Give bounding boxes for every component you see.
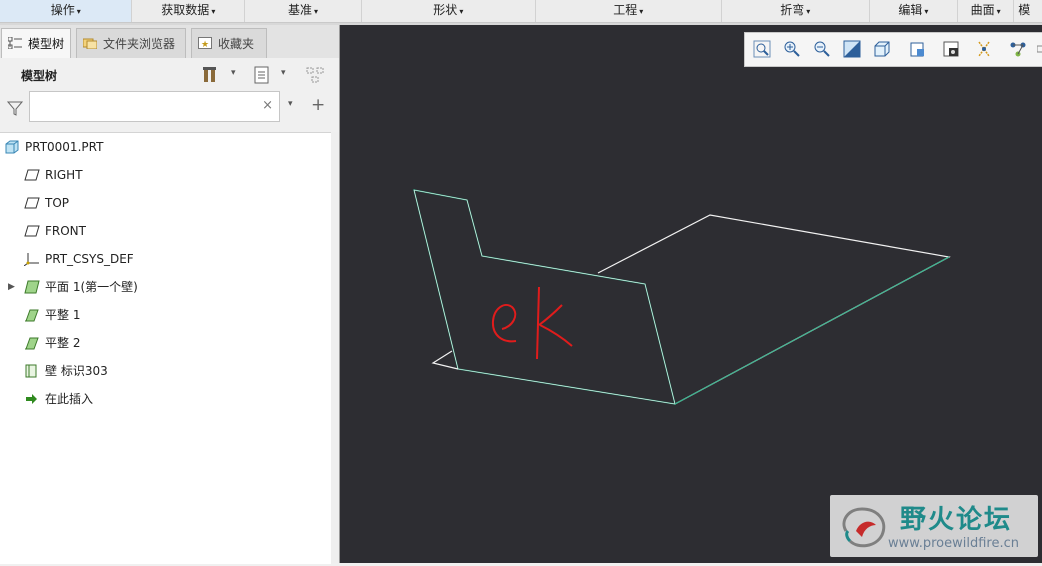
planar-wall-icon [24,280,40,294]
chevron-down-icon[interactable]: ▾ [281,68,286,88]
ribbon-tab-label: 工程 [613,3,638,17]
tree-item-label: 在此插入 [45,392,94,406]
chevron-down-icon[interactable]: ▾ [288,99,293,119]
tree-item-label: TOP [45,196,70,210]
refit-icon[interactable] [753,40,771,58]
flat-wall-icon [25,309,39,322]
filter-icon[interactable] [6,98,24,118]
forum-watermark: 野火论坛 www.proewildfire.cn [830,495,1038,557]
flat-wall-icon [25,337,39,350]
ribbon-tab-bend[interactable]: 折弯 ▾ [722,0,870,22]
tab-label: 文件夹浏览器 [103,37,176,51]
ribbon-tab-label: 折弯 [780,3,805,17]
zoom-in-icon[interactable] [783,40,801,58]
repaint-icon[interactable] [843,40,861,58]
ribbon-tab-surfaces[interactable]: 曲面 ▾ [958,0,1015,22]
ribbon-tab-datum[interactable]: 基准 ▾ [245,0,362,22]
tree-item-label: 平整 1 [45,308,81,322]
tree-item-label: 平面 1(第一个壁) [45,280,138,294]
ribbon-tab-shapes[interactable]: 形状 ▾ [362,0,536,22]
navigator-panel: 模型树 文件夹浏览器 ★ 收藏夹 模型树 ▾ ▾ × ▾ + PRT0001.P… [0,25,340,564]
ribbon-tab-label: 编辑 [898,3,923,17]
wall-icon [25,364,37,378]
navigator-tabs: 模型树 文件夹浏览器 ★ 收藏夹 [0,25,339,58]
display-style-icon[interactable] [873,40,891,58]
graphics-viewport[interactable] [340,25,1042,563]
favorites-icon: ★ [198,37,212,49]
model-tree: PRT0001.PRT RIGHT TOP FRONT PRT_CSYS_DEF… [0,132,331,564]
tab-label: 模型树 [28,37,65,51]
folder-browser-icon [83,38,97,49]
clear-search-icon[interactable]: × [262,98,273,113]
ribbon-tab-model[interactable]: 模 [1014,0,1042,22]
chevron-down-icon: ▾ [76,7,81,16]
datum-plane-icon [24,169,40,181]
tab-model-tree[interactable]: 模型树 [1,28,71,58]
model-edge-bend [674,256,950,405]
tree-item-label: 平整 2 [45,336,81,350]
ribbon-tab-engineering[interactable]: 工程 ▾ [536,0,722,22]
model-edge-back [597,214,951,405]
watermark-title: 野火论坛 [900,505,1013,535]
ribbon-tab-operations[interactable]: 操作 ▾ [0,0,133,22]
datum-plane-icon [24,225,40,237]
annotation-display-icon[interactable] [1009,40,1027,58]
model-edge-highlight [413,189,676,405]
tree-item-label: 壁 标识303 [45,364,108,378]
insert-here-arrow-icon [26,394,37,404]
panel-title: 模型树 [21,69,58,83]
datum-plane-icon [24,197,40,209]
more-icon[interactable] [1037,40,1042,58]
settings-list-icon[interactable] [252,65,272,85]
tree-item-label: PRT_CSYS_DEF [45,252,134,266]
tab-label: 收藏夹 [218,37,255,51]
ribbon-tab-get-data[interactable]: 获取数据 ▾ [132,0,246,22]
saved-orientations-icon[interactable] [908,40,926,58]
chevron-down-icon: ▾ [996,7,1001,16]
tree-scrollbar[interactable] [331,132,339,563]
tree-search-input[interactable]: × [29,91,280,122]
model-tree-icon [8,37,22,49]
ribbon-tab-label: 操作 [50,3,75,17]
chevron-down-icon: ▾ [459,7,464,16]
ribbon-tab-label: 模 [1018,3,1031,17]
chevron-down-icon: ▾ [806,7,811,16]
part-icon [5,140,19,154]
tree-item-label: RIGHT [45,168,83,182]
tab-favorites[interactable]: ★ 收藏夹 [191,28,267,58]
sheetmetal-model[interactable] [340,25,1042,563]
view-manager-icon[interactable] [942,40,960,58]
chevron-down-icon[interactable]: ▾ [231,68,236,88]
chevron-down-icon: ▾ [639,7,644,16]
ribbon-tab-bar: 操作 ▾ 获取数据 ▾ 基准 ▾ 形状 ▾ 工程 ▾ 折弯 ▾ 编辑 ▾ 曲面 ▾ 模 [0,0,1042,23]
chevron-down-icon: ▾ [211,7,216,16]
show-hide-tree-icon[interactable] [305,65,327,85]
ribbon-tab-label: 基准 [287,3,312,17]
csys-icon [24,253,39,266]
ribbon-tab-label: 形状 [433,3,458,17]
chevron-down-icon: ▾ [314,7,319,16]
ribbon-tab-label: 获取数据 [161,3,210,17]
datum-display-icon[interactable] [975,40,993,58]
add-icon[interactable]: + [311,95,325,115]
ek-annotation-e [491,303,517,343]
model-edge-front-wall [413,189,676,405]
tree-item-label: FRONT [45,224,86,238]
tools-icon[interactable] [201,65,221,85]
ek-annotation-k [536,286,573,360]
chevron-down-icon: ▾ [924,7,929,16]
zoom-out-icon[interactable] [813,40,831,58]
tab-folder-browser[interactable]: 文件夹浏览器 [76,28,186,58]
svg-text:★: ★ [201,40,209,49]
watermark-url: www.proewildfire.cn [888,536,1019,551]
tree-item-label: PRT0001.PRT [25,140,104,154]
expand-arrow-icon[interactable]: ▶ [8,277,15,297]
watermark-logo-icon [842,507,886,548]
ribbon-tab-edit[interactable]: 编辑 ▾ [870,0,958,22]
view-toolbar [744,32,1042,67]
ribbon-tab-label: 曲面 [970,3,995,17]
